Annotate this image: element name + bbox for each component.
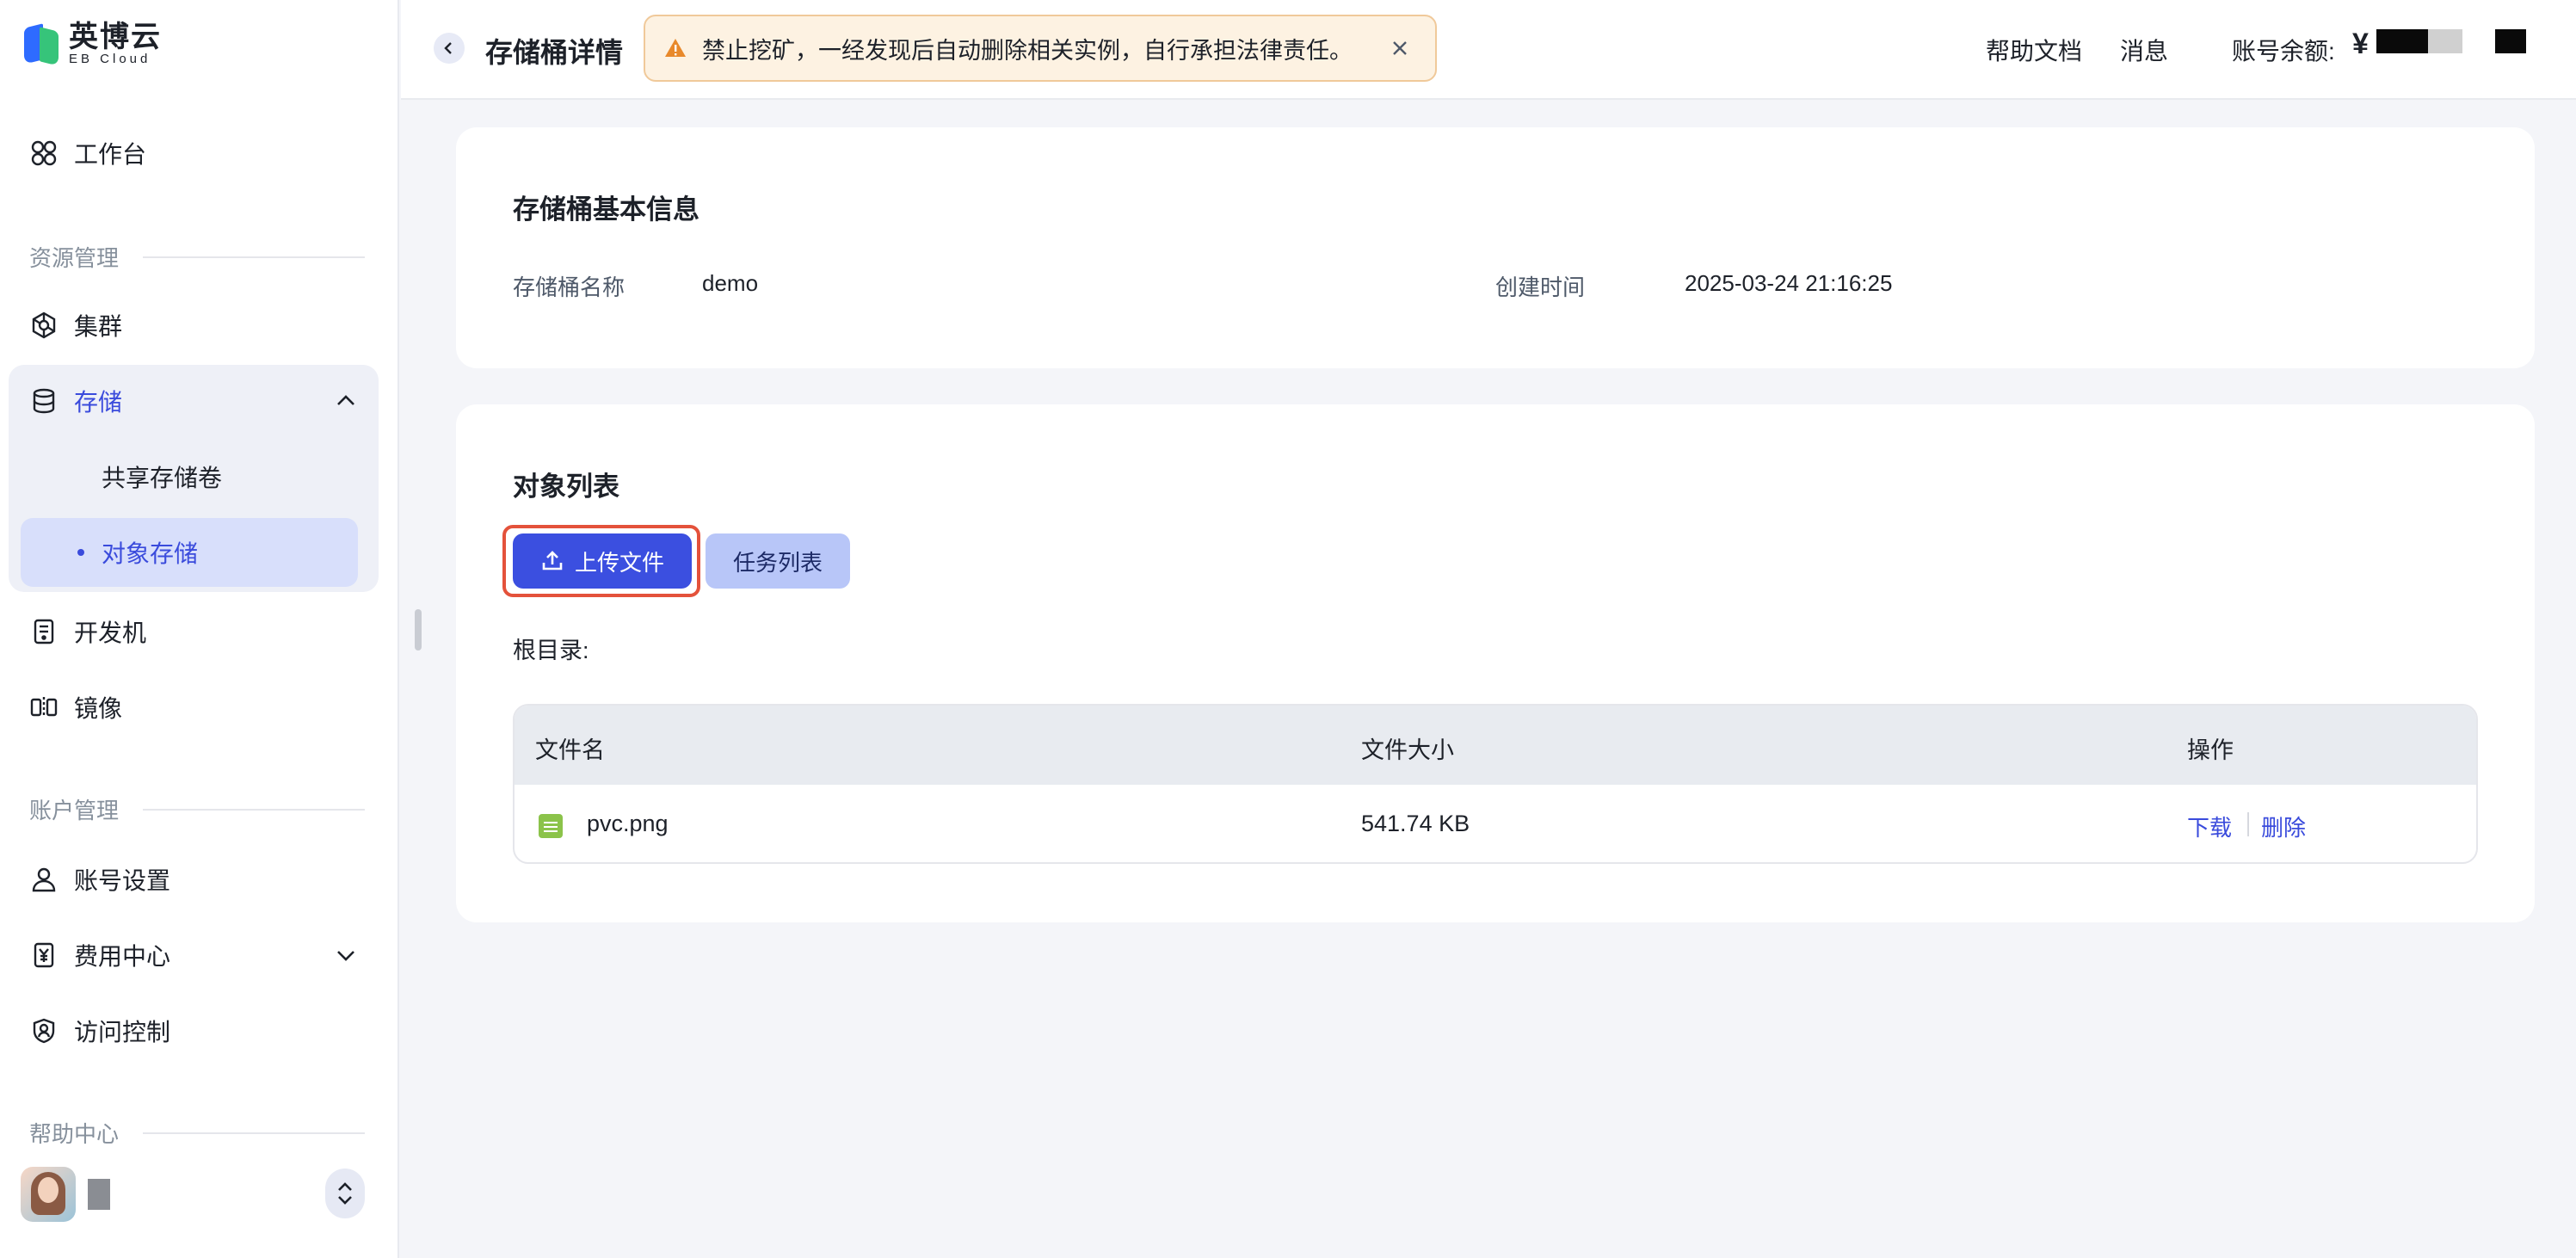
- sidebar-item-label: 工作台: [74, 141, 147, 168]
- balance-label: 账号余额:: [2232, 38, 2335, 65]
- column-header-actions: 操作: [2187, 737, 2234, 763]
- sidebar-item-shared-volume[interactable]: 共享存储卷: [21, 442, 358, 511]
- cluster-icon: [29, 311, 59, 340]
- sidebar-item-label: 存储: [74, 389, 123, 416]
- created-time-label: 创建时间: [1495, 274, 1586, 300]
- avatar-redacted[interactable]: [2495, 29, 2526, 53]
- grid-icon: [29, 139, 59, 168]
- sidebar-item-workbench[interactable]: 工作台: [9, 119, 379, 188]
- sidebar-item-object-storage[interactable]: 对象存储: [21, 518, 358, 587]
- sidebar-item-billing[interactable]: 费用中心: [9, 921, 379, 990]
- warning-icon: [664, 37, 687, 65]
- sidebar-item-label: 开发机: [74, 620, 147, 646]
- top-header: 存储桶详情 禁止挖矿，一经发现后自动删除相关实例，自行承担法律责任。 帮助文档 …: [401, 0, 2576, 100]
- sidebar-resize-handle[interactable]: [415, 609, 422, 651]
- bucket-name-label: 存储桶名称: [513, 274, 626, 300]
- chevron-left-icon: [444, 42, 452, 54]
- balance-redacted: [2428, 29, 2462, 53]
- section-label: 账户管理: [29, 798, 120, 823]
- logo-mark-icon: [24, 21, 60, 67]
- devbox-icon: [29, 617, 59, 646]
- file-size: 541.74 KB: [1361, 811, 1470, 836]
- sidebar-item-storage[interactable]: 存储: [9, 367, 379, 435]
- object-list-title: 对象列表: [513, 472, 619, 502]
- sidebar-item-account-settings[interactable]: 账号设置: [9, 845, 379, 914]
- table-header: 文件名 文件大小 操作: [515, 706, 2476, 785]
- sidebar-item-label: 对象存储: [102, 540, 199, 567]
- sidebar-item-image[interactable]: 镜像: [9, 673, 379, 742]
- sidebar-item-label: 集群: [74, 313, 123, 340]
- avatar[interactable]: [21, 1167, 76, 1222]
- bucket-name-value: demo: [702, 270, 759, 296]
- sidebar-item-devbox[interactable]: 开发机: [9, 597, 379, 666]
- currency-symbol: ¥: [2352, 28, 2369, 60]
- shield-user-icon: [29, 1016, 59, 1045]
- sidebar-item-label: 访问控制: [74, 1019, 171, 1045]
- upload-icon: [540, 549, 564, 573]
- action-divider: [2247, 812, 2249, 836]
- brand-logo[interactable]: 英博云 EB Cloud: [24, 21, 162, 67]
- sidebar-item-label: 共享存储卷: [102, 465, 223, 491]
- column-header-name: 文件名: [535, 737, 605, 763]
- section-label: 帮助中心: [29, 1121, 120, 1147]
- sidebar-item-label: 费用中心: [74, 943, 171, 970]
- back-button[interactable]: [434, 33, 465, 64]
- task-list-button[interactable]: 任务列表: [706, 533, 850, 589]
- sidebar: 英博云 EB Cloud 工作台 资源管理 集群 存储 共享存储卷 对象存储 开…: [0, 0, 399, 1258]
- section-label: 资源管理: [29, 245, 120, 271]
- section-help: 帮助中心: [29, 1117, 365, 1149]
- sidebar-item-label: 镜像: [74, 695, 123, 722]
- balance-redacted: [2376, 29, 2428, 53]
- chevron-up-icon: [334, 389, 358, 419]
- yen-doc-icon: [29, 940, 59, 970]
- sidebar-item-cluster[interactable]: 集群: [9, 291, 379, 360]
- messages-link[interactable]: 消息: [2120, 33, 2168, 67]
- close-icon[interactable]: [1389, 37, 1411, 65]
- image-file-icon: [539, 814, 563, 838]
- brand-name-cn: 英博云: [69, 21, 162, 53]
- mirror-icon: [29, 693, 59, 722]
- page-title: 存储桶详情: [485, 37, 624, 68]
- upload-file-label: 上传文件: [574, 549, 664, 576]
- created-time-value: 2025-03-24 21:16:25: [1685, 270, 1893, 296]
- notice-text: 禁止挖矿，一经发现后自动删除相关实例，自行承担法律责任。: [702, 37, 1353, 64]
- object-table: 文件名 文件大小 操作 pvc.png 541.74 KB 下载 删除: [513, 704, 2478, 864]
- expand-toggle-button[interactable]: [325, 1169, 365, 1218]
- basic-info-card: 存储桶基本信息 存储桶名称 demo 创建时间 2025-03-24 21:16…: [456, 127, 2535, 368]
- database-icon: [29, 386, 59, 416]
- section-account: 账户管理: [29, 793, 365, 825]
- chevron-down-icon: [334, 943, 358, 973]
- section-resource: 资源管理: [29, 241, 365, 273]
- brand-name-en: EB Cloud: [69, 52, 151, 66]
- user-profile-bar[interactable]: [21, 1165, 365, 1224]
- delete-link[interactable]: 删除: [2261, 811, 2306, 842]
- sidebar-item-access-control[interactable]: 访问控制: [9, 996, 379, 1065]
- root-directory-label: 根目录:: [513, 638, 589, 663]
- upload-file-button[interactable]: 上传文件: [513, 533, 692, 589]
- column-header-size: 文件大小: [1361, 737, 1454, 763]
- help-docs-link[interactable]: 帮助文档: [1986, 33, 2082, 67]
- download-link[interactable]: 下载: [2187, 811, 2232, 842]
- sidebar-item-label: 账号设置: [74, 867, 171, 894]
- chevron-up-down-icon: [338, 1182, 352, 1205]
- user-name-redacted: [88, 1179, 110, 1210]
- basic-info-title: 存储桶基本信息: [513, 194, 699, 225]
- file-name[interactable]: pvc.png: [587, 811, 669, 837]
- notice-banner: 禁止挖矿，一经发现后自动删除相关实例，自行承担法律责任。: [644, 15, 1437, 82]
- user-icon: [29, 865, 59, 894]
- active-dot-icon: [77, 549, 84, 556]
